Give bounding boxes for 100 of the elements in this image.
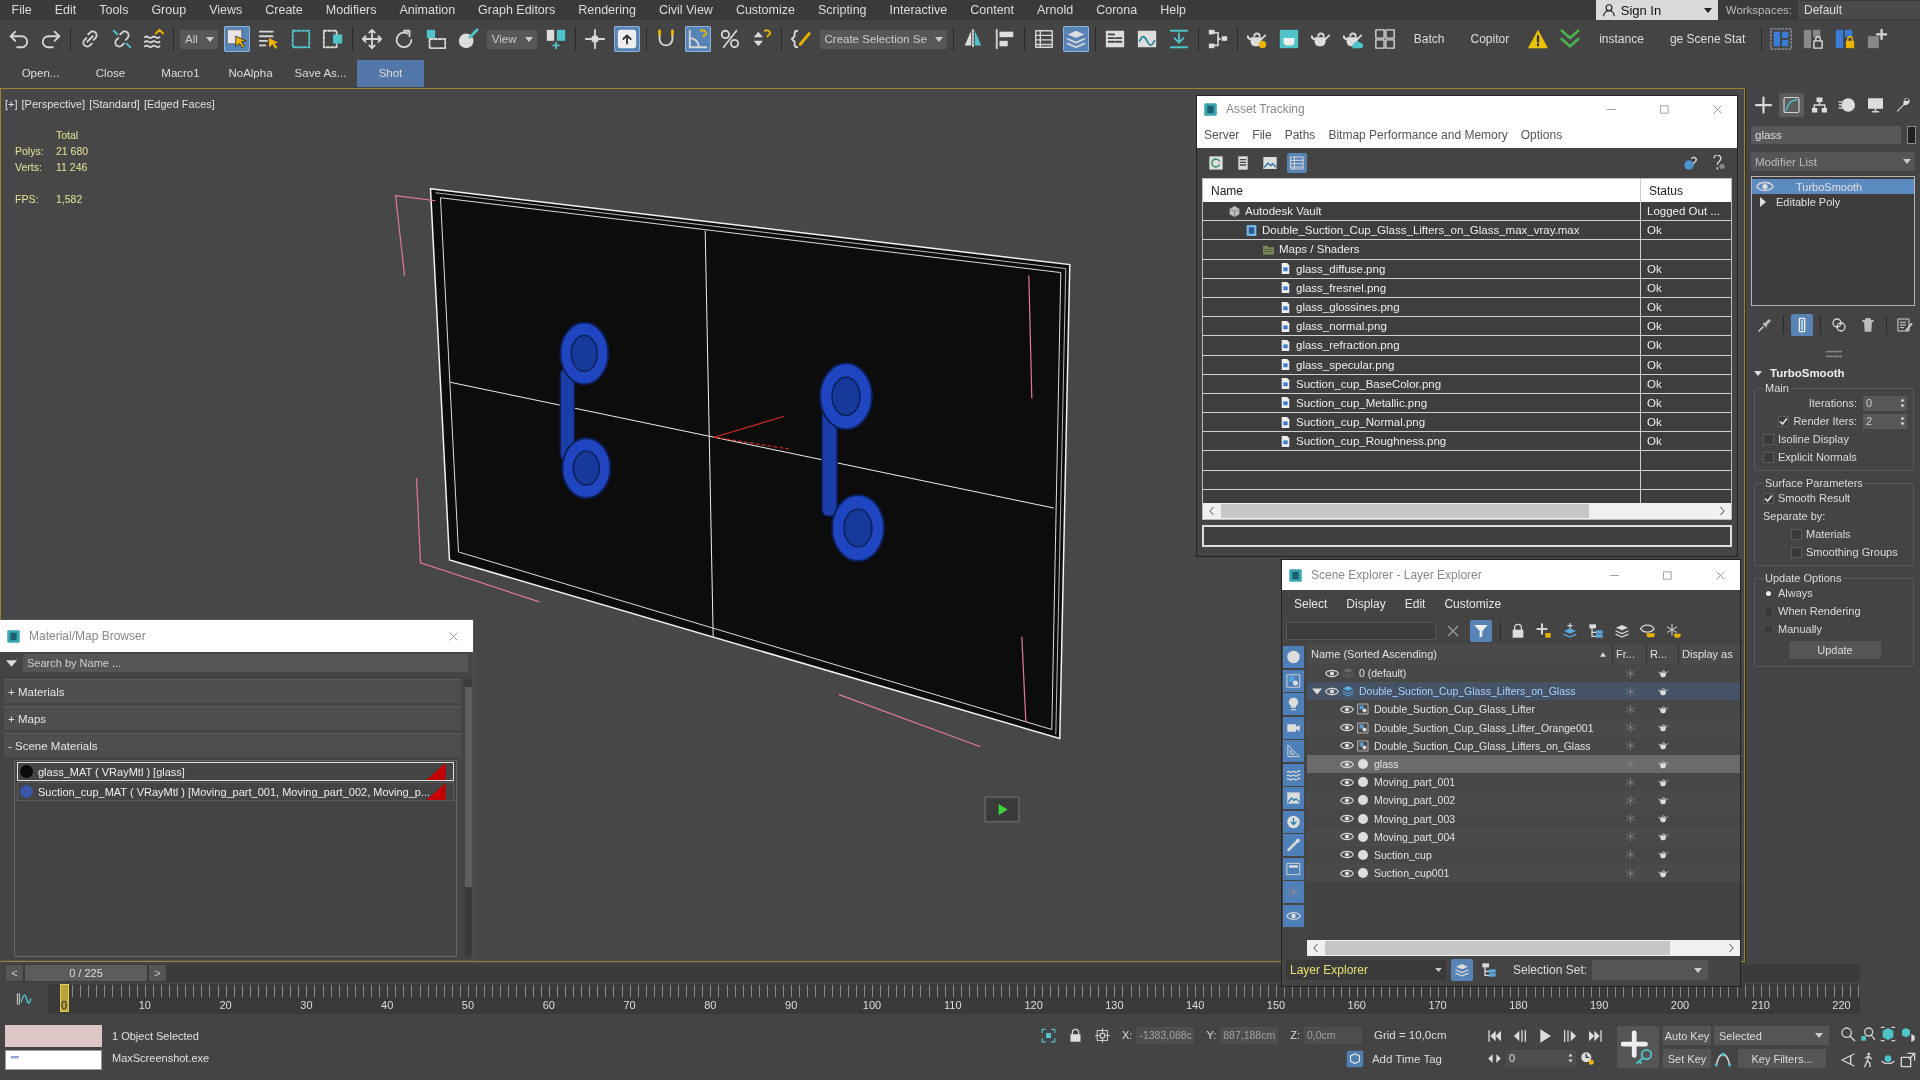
menu-item[interactable]: Arnold xyxy=(1025,0,1085,20)
search-field[interactable]: Search by Name ... xyxy=(23,654,468,672)
radio-button[interactable] xyxy=(1763,623,1774,635)
asset-row[interactable]: Suction_cup_BaseColor.png Ok xyxy=(1203,374,1731,394)
menu-item[interactable]: File xyxy=(0,0,44,20)
menu-item[interactable]: Select xyxy=(1294,596,1328,611)
menu-item[interactable]: Scripting xyxy=(806,0,879,20)
menu-item[interactable]: Group xyxy=(139,0,198,20)
set-key-button[interactable]: Set Key xyxy=(1663,1049,1711,1068)
menu-item[interactable]: Paths xyxy=(1284,128,1316,142)
asset-row[interactable]: Maps / Shaders xyxy=(1203,240,1731,260)
material-item[interactable]: Suction_cup_MAT ( VRayMtl ) [Moving_part_001, Moving_part_002, Moving_p... xyxy=(17,782,454,801)
add-time-tag-button[interactable]: Add Time Tag xyxy=(1345,1049,1442,1068)
column-header[interactable]: Status xyxy=(1640,179,1731,202)
macro-button[interactable]: Close xyxy=(77,59,144,87)
toolbar-button[interactable]: Batch xyxy=(1403,26,1455,52)
asset-row[interactable]: glass_specular.png Ok xyxy=(1203,355,1731,375)
menu-item[interactable]: Customize xyxy=(1444,596,1502,611)
checkbox[interactable] xyxy=(1763,433,1774,445)
checkbox[interactable] xyxy=(1791,528,1802,540)
checkbox[interactable] xyxy=(1791,546,1802,558)
layer-row[interactable]: 0 (default) xyxy=(1307,664,1740,683)
object-row[interactable]: Suction_cup001 xyxy=(1307,864,1740,883)
asset-row[interactable]: Suction_cup_Roughness.png Ok xyxy=(1203,432,1731,452)
layer-row[interactable]: Double_Suction_Cup_Glass_Lifters_on_Glass xyxy=(1307,682,1740,701)
key-filters-button[interactable]: Key Filters... xyxy=(1738,1049,1826,1068)
toolbar-button[interactable]: ge Scene Stat xyxy=(1659,26,1756,52)
menu-item[interactable]: Display xyxy=(1346,596,1386,611)
menu-item[interactable]: Help xyxy=(1148,0,1198,20)
auto-key-button[interactable]: Auto Key xyxy=(1663,1026,1711,1045)
group-header[interactable]: + Maps xyxy=(4,706,461,730)
track-bar[interactable]: 0 10 20 30 40 50 60 70 80 90 100 110 120 130 140 150 160 170 180 190 200 210 220 xyxy=(48,984,1860,1014)
macro-button[interactable]: NoAlpha xyxy=(217,59,284,87)
asset-row[interactable]: glass_glossines.png Ok xyxy=(1203,297,1731,318)
viewport-menu-label[interactable]: [Edged Faces] xyxy=(143,98,215,110)
transform-gizmo[interactable] xyxy=(713,415,791,450)
search-field[interactable] xyxy=(1286,621,1436,640)
menu-item[interactable]: Bitmap Performance and Memory xyxy=(1328,128,1508,142)
viewport-menu-label[interactable]: [Perspective] xyxy=(21,98,86,110)
scrollbar-thumb[interactable] xyxy=(465,687,472,887)
toolbar-button[interactable]: instance xyxy=(1589,26,1654,52)
checkbox[interactable] xyxy=(1778,415,1790,427)
workspace-dropdown[interactable]: Default xyxy=(1798,1,1920,19)
object-row[interactable]: Moving_part_001 xyxy=(1307,773,1740,792)
macro-button[interactable]: Open... xyxy=(7,59,74,87)
menu-item[interactable]: Edit xyxy=(43,0,88,20)
object-name-field[interactable]: glass xyxy=(1751,126,1901,144)
menu-item[interactable]: Civil View xyxy=(647,0,725,20)
menu-item[interactable]: Server xyxy=(1204,128,1240,142)
horizontal-scrollbar[interactable] xyxy=(1307,940,1740,956)
asset-row[interactable]: Suction_cup_Metallic.png Ok xyxy=(1203,393,1731,414)
toolbar-dropdown[interactable]: All xyxy=(180,29,218,49)
horizontal-scrollbar[interactable] xyxy=(1203,503,1731,519)
checkbox[interactable] xyxy=(1763,492,1774,504)
group-header[interactable]: + Materials xyxy=(4,679,461,703)
spinner-field[interactable]: 0 xyxy=(1863,395,1907,411)
column-header[interactable]: Display as xyxy=(1679,644,1740,664)
asset-row[interactable]: glass_fresnel.png Ok xyxy=(1203,278,1731,298)
material-item[interactable]: glass_MAT ( VRayMtl ) [glass] xyxy=(17,762,454,781)
menu-item[interactable]: Options xyxy=(1520,128,1563,142)
key-mode-dropdown[interactable]: Selected xyxy=(1714,1026,1829,1045)
menu-item[interactable]: Interactive xyxy=(878,0,959,20)
update-button[interactable]: Update xyxy=(1789,641,1881,659)
menu-item[interactable]: Animation xyxy=(388,0,467,20)
menu-item[interactable]: Edit xyxy=(1404,596,1426,611)
asset-row[interactable]: glass_normal.png Ok xyxy=(1203,317,1731,337)
menu-item[interactable]: Tools xyxy=(87,0,140,20)
asset-row[interactable]: Suction_cup_Normal.png Ok xyxy=(1203,413,1731,433)
menu-item[interactable]: Content xyxy=(958,0,1026,20)
viewport-menu-label[interactable]: [+] xyxy=(5,98,18,110)
rollout-title[interactable]: TurboSmooth xyxy=(1770,367,1845,379)
viewport-menu-label[interactable]: [Standard] xyxy=(89,98,140,110)
macro-button[interactable]: Macro1 xyxy=(147,59,214,87)
selection-set-dropdown[interactable] xyxy=(1592,960,1709,980)
scrollbar-thumb[interactable] xyxy=(1221,504,1589,518)
modifier-list-dropdown[interactable]: Modifier List xyxy=(1751,152,1915,171)
asset-row[interactable]: Double_Suction_Cup_Glass_Lifters_on_Glass_max_vray.max Ok xyxy=(1203,221,1731,241)
next-frame-button[interactable]: > xyxy=(149,965,166,981)
asset-row[interactable]: Autodesk Vault Logged Out ... xyxy=(1203,202,1731,222)
menu-item[interactable]: Graph Editors xyxy=(466,0,567,20)
previous-frame-button[interactable]: < xyxy=(6,965,23,981)
vertical-scrollbar[interactable] xyxy=(465,679,472,957)
menu-item[interactable]: Corona xyxy=(1084,0,1149,20)
listener-output-field[interactable]: "" xyxy=(5,1049,102,1070)
explorer-dropdown[interactable]: Layer Explorer xyxy=(1286,960,1446,980)
macro-button[interactable]: Save As... xyxy=(287,59,354,87)
asset-row[interactable]: glass_diffuse.png Ok xyxy=(1203,259,1731,279)
sign-in-dropdown[interactable]: Sign In xyxy=(1595,0,1718,20)
menu-item[interactable]: Rendering xyxy=(566,0,648,20)
current-frame-field[interactable]: 0 xyxy=(1506,1049,1576,1067)
column-header[interactable]: Name xyxy=(1203,179,1640,202)
toolbar-dropdown[interactable]: View xyxy=(486,29,537,49)
menu-item[interactable]: Views xyxy=(197,0,254,20)
object-row[interactable]: Moving_part_002 xyxy=(1307,791,1740,810)
asset-row[interactable]: glass_refraction.png Ok xyxy=(1203,336,1731,356)
radio-button[interactable] xyxy=(1763,605,1774,617)
modifier-stack-item[interactable]: Editable Poly xyxy=(1752,194,1914,209)
menu-item[interactable]: File xyxy=(1252,128,1272,142)
scrollbar-thumb[interactable] xyxy=(1325,941,1670,955)
menu-item[interactable]: Create xyxy=(253,0,315,20)
